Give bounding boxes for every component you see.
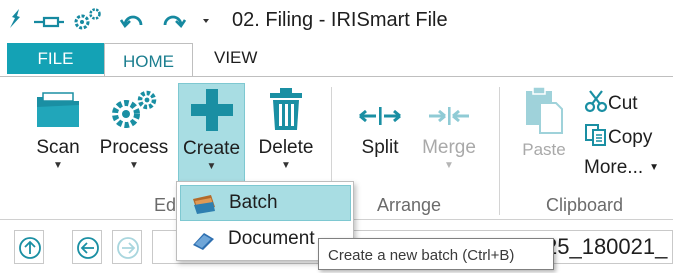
more-dropdown-icon: ▼	[649, 162, 660, 173]
customize-dropdown-icon[interactable]	[200, 6, 212, 37]
plus-icon	[190, 89, 233, 131]
process-gears-icon	[112, 90, 157, 128]
scan-label: Scan	[36, 137, 80, 158]
forward-button[interactable]	[112, 230, 142, 264]
menu-item-batch[interactable]: Batch	[180, 185, 351, 221]
process-label: Process	[99, 137, 169, 158]
back-button[interactable]	[72, 230, 102, 264]
pin-icon[interactable]	[6, 6, 24, 37]
delete-dropdown-icon: ▼	[281, 160, 291, 171]
arrow-right-circle-icon	[117, 237, 139, 259]
delete-button[interactable]: Delete ▼	[255, 87, 317, 187]
menu-item-batch-label: Batch	[229, 192, 278, 213]
document-icon	[190, 229, 216, 256]
merge-button[interactable]: Merge ▼	[414, 101, 484, 187]
up-button[interactable]	[14, 230, 44, 264]
more-button[interactable]: More... ▼	[584, 157, 659, 179]
create-button[interactable]: Create ▼	[178, 83, 245, 183]
path-text: 25_180021_	[545, 234, 668, 259]
tab-home[interactable]: HOME	[104, 43, 193, 77]
cut-label: Cut	[608, 93, 638, 114]
copy-icon	[585, 124, 606, 146]
connect-icon[interactable]	[32, 6, 66, 37]
scissors-icon	[584, 90, 608, 113]
batch-icon	[191, 193, 217, 220]
group-divider	[499, 87, 500, 215]
merge-label: Merge	[422, 137, 476, 158]
paste-button[interactable]: Paste	[515, 85, 573, 185]
delete-label: Delete	[258, 137, 314, 158]
menu-item-document-label: Document	[228, 228, 315, 249]
tooltip: Create a new batch (Ctrl+B)	[318, 238, 554, 270]
arrow-up-circle-icon	[19, 237, 41, 259]
group-label-clipboard: Clipboard	[546, 195, 624, 215]
copy-label: Copy	[608, 127, 653, 148]
paste-label: Paste	[522, 140, 566, 159]
tab-file[interactable]: FILE	[7, 43, 104, 74]
scan-folder-icon	[37, 92, 79, 127]
split-button[interactable]: Split	[350, 101, 410, 187]
split-label: Split	[361, 137, 399, 158]
merge-dropdown-icon: ▼	[444, 160, 454, 171]
more-label: More...	[584, 157, 644, 178]
scan-button[interactable]: Scan ▼	[28, 87, 88, 187]
create-dropdown-icon: ▼	[206, 161, 217, 172]
window-title: 02. Filing - IRISmart File	[232, 9, 448, 31]
copy-button[interactable]: Copy	[584, 123, 652, 149]
create-label: Create	[182, 138, 241, 159]
cut-button[interactable]: Cut	[584, 89, 638, 115]
merge-icon	[429, 107, 469, 125]
split-icon	[359, 107, 401, 125]
undo-icon[interactable]	[119, 6, 146, 37]
trash-icon	[270, 88, 302, 130]
tab-view[interactable]: VIEW	[214, 48, 257, 68]
scan-dropdown-icon: ▼	[53, 160, 63, 171]
process-button[interactable]: Process ▼	[98, 87, 170, 187]
ribbon-tab-bar: FILE HOME VIEW	[0, 40, 673, 77]
quick-access-toolbar: 02. Filing - IRISmart File	[0, 0, 673, 40]
redo-icon[interactable]	[160, 6, 187, 37]
group-label-arrange: Arrange	[377, 195, 442, 215]
paste-clipboard-icon	[526, 86, 563, 134]
gears-icon[interactable]	[72, 6, 104, 37]
arrow-left-circle-icon	[77, 237, 99, 259]
group-label-edit: Ed	[154, 195, 177, 215]
process-dropdown-icon: ▼	[129, 160, 139, 171]
